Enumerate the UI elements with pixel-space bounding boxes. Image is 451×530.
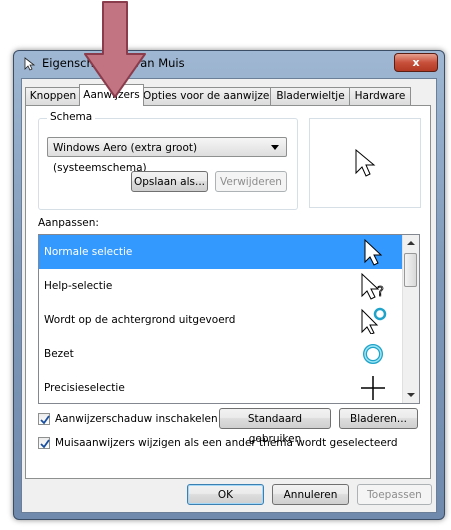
list-item-label: Precisieselectie <box>44 382 125 394</box>
checkmark-icon <box>40 439 50 449</box>
list-item-label: Normale selectie <box>44 246 133 258</box>
scroll-up-icon[interactable] <box>403 235 419 251</box>
list-item-precisieselectie[interactable]: Precisieselectie <box>39 371 403 403</box>
checkmark-icon <box>40 415 50 425</box>
schema-group: Schema Windows Aero (extra groot) (syste… <box>38 111 298 210</box>
busy-cursor-icon <box>363 344 383 364</box>
arrow-cursor-preview-icon <box>355 149 376 177</box>
list-item-label: Bezet <box>44 348 74 360</box>
customize-label: Aanpassen: <box>38 217 99 229</box>
close-button[interactable]: x <box>394 53 438 72</box>
arrow-cursor-icon <box>364 238 383 266</box>
theme-label: Muisaanwijzers wijzigen als een ander th… <box>55 437 398 449</box>
shadow-checkbox[interactable] <box>38 413 50 425</box>
list-item-label: Help-selectie <box>44 280 113 292</box>
browse-button[interactable]: Bladeren... <box>339 408 418 429</box>
schema-select-value: Windows Aero (extra groot) (systeemschem… <box>53 142 198 174</box>
list-item-normale-selectie[interactable]: Normale selectie <box>39 235 403 269</box>
cursor-list[interactable]: Normale selectie Help-selectie ? Wordt o… <box>38 234 420 404</box>
list-item-help-selectie[interactable]: Help-selectie ? <box>39 269 403 303</box>
list-item-achtergrond[interactable]: Wordt op de achtergrond uitgevoerd <box>39 303 403 337</box>
screenshot: Eigenschappen van Muis x Knoppen Aanwijz… <box>0 0 451 530</box>
tab-knoppen[interactable]: Knoppen <box>25 87 81 105</box>
delete-button[interactable]: Verwijderen <box>215 171 287 192</box>
theme-checkbox[interactable] <box>38 437 50 449</box>
schema-group-label: Schema <box>47 111 96 123</box>
ok-button[interactable]: OK <box>187 484 264 505</box>
cursor-preview <box>309 118 421 208</box>
working-in-background-cursor-icon <box>361 307 387 334</box>
chevron-down-icon <box>271 145 279 150</box>
mouse-properties-dialog: Eigenschappen van Muis x Knoppen Aanwijz… <box>13 50 445 520</box>
mouse-cursor-icon <box>24 57 36 71</box>
use-default-button[interactable]: Standaard gebruiken <box>219 408 331 445</box>
tab-opties-voor-de-aanwijzer[interactable]: Opties voor de aanwijzer <box>142 87 274 105</box>
title-bar[interactable]: Eigenschappen van Muis x <box>14 51 444 77</box>
scroll-down-icon[interactable] <box>403 387 419 403</box>
tab-hardware[interactable]: Hardware <box>349 87 411 105</box>
apply-button[interactable]: Toepassen <box>357 484 432 505</box>
close-icon: x <box>412 56 420 69</box>
scroll-thumb[interactable] <box>404 253 417 287</box>
cancel-button[interactable]: Annuleren <box>272 484 349 505</box>
aanwijzers-panel: Schema Windows Aero (extra groot) (syste… <box>25 105 431 479</box>
svg-text:?: ? <box>377 285 384 300</box>
red-down-arrow-annotation <box>84 1 146 98</box>
list-scrollbar[interactable] <box>402 235 419 403</box>
schema-select[interactable]: Windows Aero (extra groot) (systeemschem… <box>47 137 287 174</box>
list-item-bezet[interactable]: Bezet <box>39 337 403 371</box>
help-cursor-icon: ? <box>361 272 384 300</box>
save-as-button[interactable]: Opslaan als... <box>131 171 208 192</box>
dialog-body: Knoppen Aanwijzers Opties voor de aanwij… <box>21 78 437 513</box>
tab-bladerwieltje[interactable]: Bladerwieltje <box>270 87 351 105</box>
list-item-label: Wordt op de achtergrond uitgevoerd <box>44 314 236 326</box>
precision-cursor-icon <box>361 376 385 400</box>
shadow-label: Aanwijzerschaduw inschakelen <box>55 413 218 425</box>
